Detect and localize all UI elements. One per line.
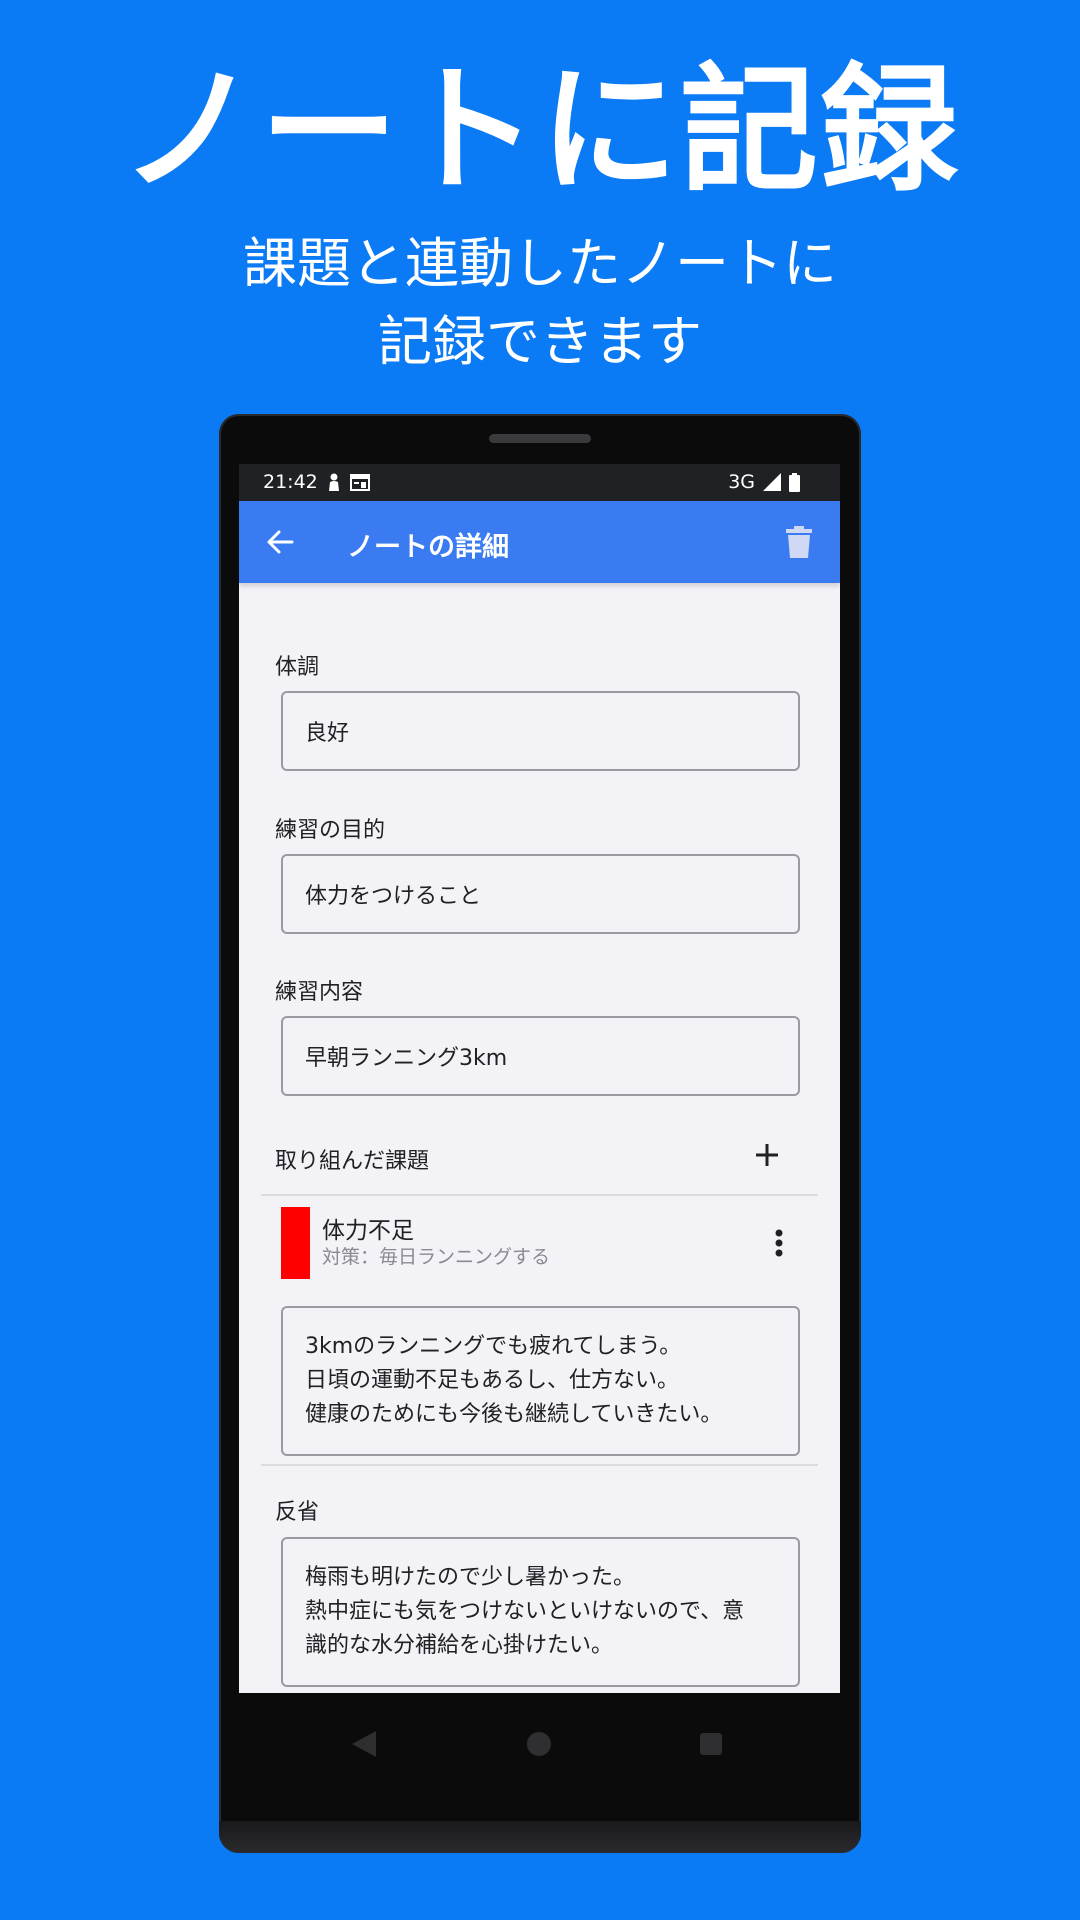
task-countermeasure: 対策：毎日ランニングする <box>322 1246 551 1268</box>
task-note-line: 3kmのランニングでも疲れてしまう。 <box>305 1334 682 1359</box>
status-network: 3G <box>728 471 755 493</box>
more-vert-icon[interactable] <box>775 1229 783 1257</box>
nav-home-icon[interactable] <box>527 1732 551 1756</box>
reflection-line: 識的な水分補給を心掛けたい。 <box>305 1633 614 1658</box>
signal-icon <box>763 473 781 491</box>
task-note-field[interactable]: 3kmのランニングでも疲れてしまう。 日頃の運動不足もあるし、仕方ない。 健康の… <box>281 1306 800 1456</box>
divider <box>261 1464 818 1466</box>
status-time: 21:42 <box>263 471 318 493</box>
reflection-field[interactable]: 梅雨も明けたので少し暑かった。 熱中症にも気をつけないといけないので、意 識的な… <box>281 1537 800 1687</box>
practice-detail-label: 練習内容 <box>275 980 364 1005</box>
battery-icon <box>789 472 800 492</box>
nav-back-icon[interactable] <box>352 1731 376 1757</box>
divider <box>261 1194 818 1196</box>
condition-field[interactable]: 良好 <box>281 691 800 771</box>
promo-subline: 課題と連動したノートに 記録できます <box>0 225 1080 381</box>
plus-icon[interactable] <box>755 1143 779 1167</box>
nav-recents-icon[interactable] <box>700 1733 722 1755</box>
task-title[interactable]: 体力不足 <box>322 1211 414 1245</box>
practice-detail-value: 早朝ランニング3km <box>305 1046 508 1071</box>
phone-chin <box>219 1821 861 1853</box>
phone-frame: 21:42 3G ノートの詳細 体調 良好 練習の目的 体力をつけること 練習内… <box>219 414 861 1853</box>
trash-icon[interactable] <box>786 526 812 558</box>
tasks-section-label: 取り組んだ課題 <box>275 1149 430 1174</box>
purpose-label: 練習の目的 <box>275 818 386 843</box>
promo-subline-line-2: 記録できます <box>378 310 702 373</box>
phone-screen: 21:42 3G ノートの詳細 体調 良好 練習の目的 体力をつけること 練習内… <box>239 464 840 1812</box>
promo-headline: ノートに記録 <box>119 50 960 211</box>
reflection-line: 熱中症にも気をつけないといけないので、意 <box>305 1599 745 1624</box>
practice-detail-field[interactable]: 早朝ランニング3km <box>281 1016 800 1096</box>
purpose-field[interactable]: 体力をつけること <box>281 854 800 934</box>
phone-speaker <box>489 434 591 443</box>
app-bar: ノートの詳細 <box>239 501 840 583</box>
calendar-icon <box>349 473 370 491</box>
system-nav-bar <box>239 1693 840 1812</box>
condition-value: 良好 <box>305 721 350 746</box>
note-detail-content: 体調 良好 練習の目的 体力をつけること 練習内容 早朝ランニング3km 取り組… <box>239 583 840 1693</box>
status-bar: 21:42 3G <box>239 464 840 501</box>
arrow-back-icon[interactable] <box>265 527 295 557</box>
task-note-line: 日頃の運動不足もあるし、仕方ない。 <box>305 1368 680 1393</box>
task-note-line: 健康のためにも今後も継続していきたい。 <box>305 1402 723 1427</box>
purpose-value: 体力をつけること <box>305 884 482 909</box>
task-color-marker <box>281 1207 310 1279</box>
page-title: ノートの詳細 <box>347 532 509 563</box>
promo-subline-line-1: 課題と連動したノートに <box>243 232 837 295</box>
reflection-line: 梅雨も明けたので少し暑かった。 <box>305 1565 636 1590</box>
condition-label: 体調 <box>275 655 320 680</box>
person-icon <box>328 473 339 491</box>
reflection-label: 反省 <box>275 1500 320 1525</box>
